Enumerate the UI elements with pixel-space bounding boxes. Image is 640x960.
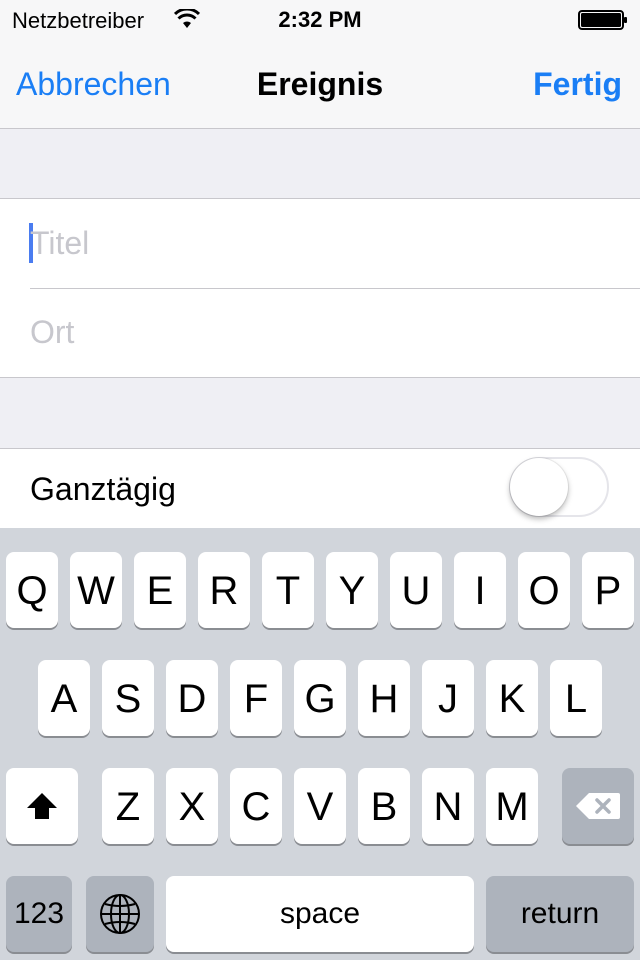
key-label: C [241,785,271,829]
title-input[interactable]: Titel [30,199,89,288]
key-label: U [401,569,431,613]
key-label: N [433,785,463,829]
key-j[interactable]: J [422,660,474,736]
navigation-bar: Abbrechen Ereignis Fertig [0,40,640,129]
key-k[interactable]: K [486,660,538,736]
key-f[interactable]: F [230,660,282,736]
location-input[interactable]: Ort [30,288,74,377]
key-o[interactable]: O [518,552,570,628]
key-label: I [474,569,486,613]
all-day-toggle[interactable] [509,457,609,517]
key-label: J [438,677,458,721]
key-m[interactable]: M [486,768,538,844]
numbers-key[interactable]: 123 [6,876,72,952]
key-a[interactable]: A [38,660,90,736]
key-label: G [304,677,336,721]
backspace-icon [576,793,620,819]
key-label: B [370,785,398,829]
key-r[interactable]: R [198,552,250,628]
title-row[interactable]: Titel [0,199,640,288]
status-bar: Netzbetreiber 2:32 PM [0,0,640,40]
key-label: Y [338,569,366,613]
return-key-label: return [520,897,600,930]
shift-key[interactable] [6,768,78,844]
all-day-group: Ganztägig [0,448,640,529]
space-key[interactable]: space [166,876,474,952]
key-s[interactable]: S [102,660,154,736]
key-g[interactable]: G [294,660,346,736]
key-x[interactable]: X [166,768,218,844]
key-label: Z [115,785,141,829]
delete-key[interactable] [562,768,634,844]
key-label: K [498,677,526,721]
toggle-knob [510,458,568,516]
key-h[interactable]: H [358,660,410,736]
key-c[interactable]: C [230,768,282,844]
all-day-label: Ganztägig [30,471,176,507]
key-label: O [528,569,560,613]
numbers-key-label: 123 [13,897,65,930]
key-d[interactable]: D [166,660,218,736]
key-label: V [306,785,334,829]
key-label: E [146,569,174,613]
status-time: 2:32 PM [278,7,362,32]
globe-key[interactable] [86,876,154,952]
space-key-label: space [279,897,361,930]
globe-icon [100,894,140,934]
key-label: W [77,569,115,613]
key-label: A [50,677,78,721]
key-label: Q [16,569,48,613]
battery-icon [578,10,627,30]
key-label: F [243,677,269,721]
key-label: M [495,785,529,829]
key-i[interactable]: I [454,552,506,628]
key-e[interactable]: E [134,552,186,628]
key-n[interactable]: N [422,768,474,844]
key-u[interactable]: U [390,552,442,628]
key-b[interactable]: B [358,768,410,844]
key-y[interactable]: Y [326,552,378,628]
shift-arrow-icon [27,793,57,819]
keyboard: QWERTYUIOP ASDFGHJKL ZXCVBNM 123 space r [0,528,640,960]
key-label: D [177,677,207,721]
key-label: P [594,569,622,613]
key-z[interactable]: Z [102,768,154,844]
key-v[interactable]: V [294,768,346,844]
key-label: X [178,785,206,829]
key-t[interactable]: T [262,552,314,628]
key-w[interactable]: W [70,552,122,628]
key-label: L [564,677,588,721]
key-q[interactable]: Q [6,552,58,628]
done-button[interactable]: Fertig [533,66,622,103]
return-key[interactable]: return [486,876,634,952]
key-label: S [114,677,142,721]
key-label: H [369,677,399,721]
key-label: R [209,569,239,613]
key-p[interactable]: P [582,552,634,628]
location-row[interactable]: Ort [0,288,640,377]
event-details-group: Titel Ort [0,198,640,378]
key-l[interactable]: L [550,660,602,736]
key-label: T [275,569,301,613]
